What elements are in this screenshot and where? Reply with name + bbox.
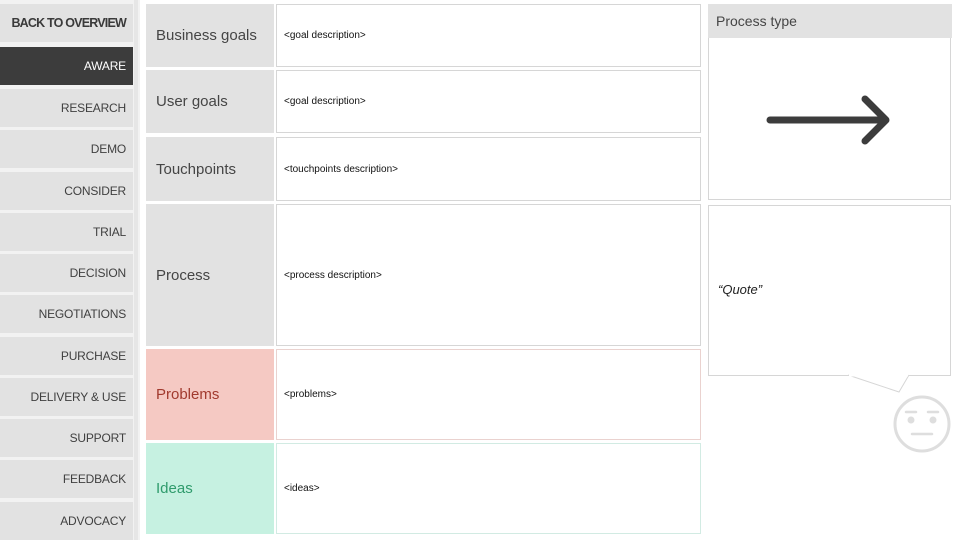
sidebar-divider (134, 0, 138, 540)
user-goals-field[interactable]: <goal description> (276, 70, 701, 133)
sidebar-item-advocacy[interactable]: ADVOCACY (0, 502, 133, 540)
sidebar-item-delivery-use[interactable]: DELIVERY & USE (0, 378, 133, 416)
ideas-field[interactable]: <ideas> (276, 443, 701, 534)
row-label-ideas: Ideas (146, 443, 274, 534)
touchpoints-field[interactable]: <touchpoints description> (276, 137, 701, 201)
process-field[interactable]: <process description> (276, 204, 701, 346)
stage-sidebar: BACK TO OVERVIEW AWARE RESEARCH DEMO CON… (0, 0, 140, 540)
back-to-overview-button[interactable]: BACK TO OVERVIEW (0, 4, 133, 42)
sidebar-item-trial[interactable]: TRIAL (0, 213, 133, 251)
sidebar-item-purchase[interactable]: PURCHASE (0, 337, 133, 375)
sidebar-item-feedback[interactable]: FEEDBACK (0, 460, 133, 498)
row-label-problems: Problems (146, 349, 274, 440)
row-label-touchpoints: Touchpoints (146, 137, 274, 201)
sidebar-item-decision[interactable]: DECISION (0, 254, 133, 292)
sidebar-item-research[interactable]: RESEARCH (0, 89, 133, 127)
sidebar-item-aware[interactable]: AWARE (0, 47, 133, 85)
business-goals-field[interactable]: <goal description> (276, 4, 701, 67)
row-label-user-goals: User goals (146, 70, 274, 133)
row-label-business-goals: Business goals (146, 4, 274, 67)
sidebar-item-demo[interactable]: DEMO (0, 130, 133, 168)
row-label-process: Process (146, 204, 274, 346)
process-type-title: Process type (708, 4, 952, 38)
sidebar-item-consider[interactable]: CONSIDER (0, 172, 133, 210)
neutral-face-icon (893, 395, 951, 453)
quote-text: “Quote” (718, 282, 763, 297)
sidebar-item-support[interactable]: SUPPORT (0, 419, 133, 457)
sidebar-item-negotiations[interactable]: NEGOTIATIONS (0, 295, 133, 333)
problems-field[interactable]: <problems> (276, 349, 701, 440)
arrow-right-icon (766, 95, 890, 145)
